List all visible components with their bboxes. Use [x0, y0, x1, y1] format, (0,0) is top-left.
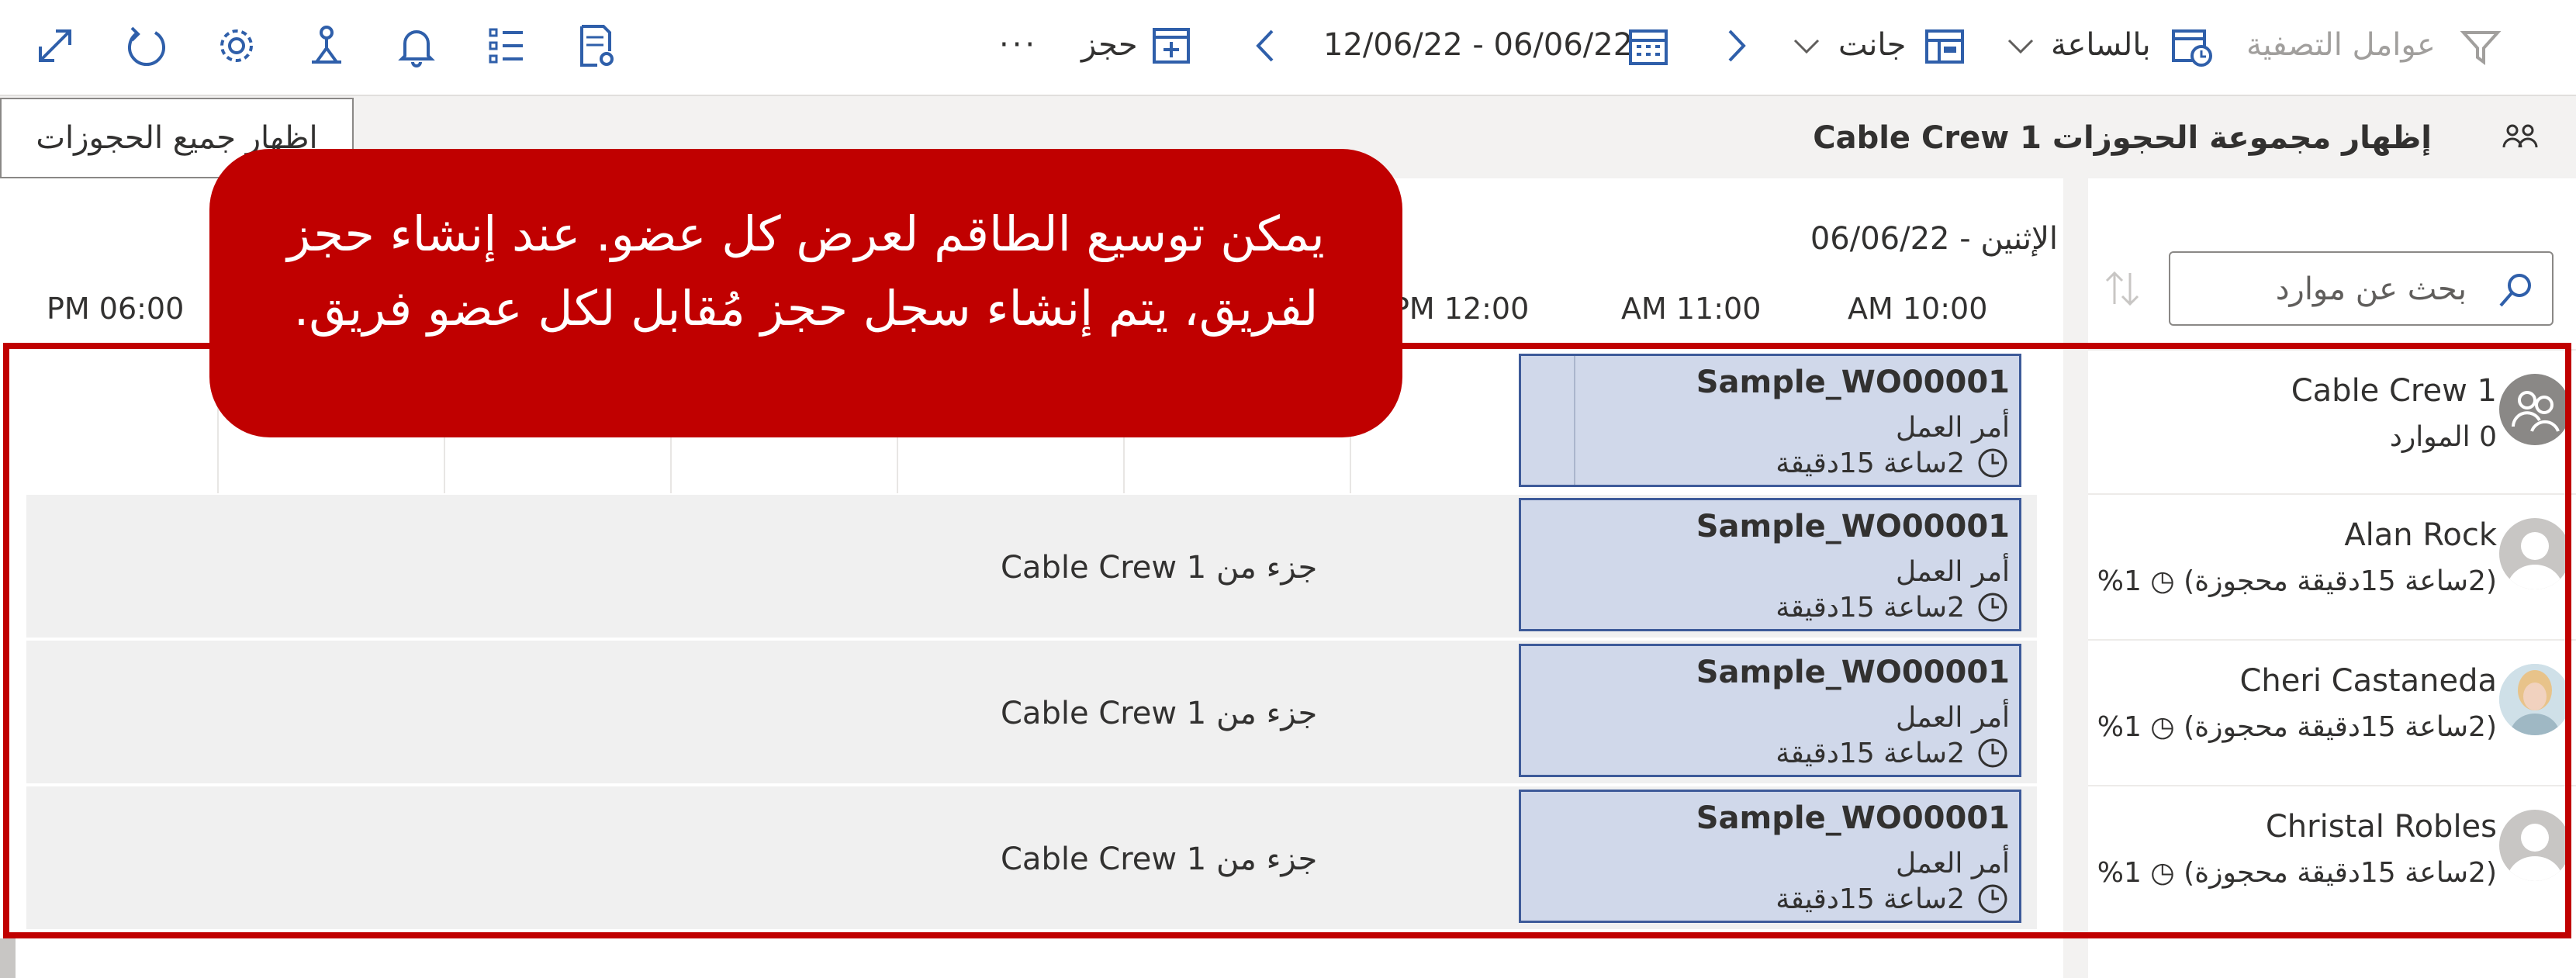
person-icon — [2499, 518, 2571, 589]
booking-title: Sample_WO00001 — [1696, 365, 2010, 400]
group-icon — [2499, 116, 2541, 158]
callout-line-1: يمكن توسيع الطاقم لعرض كل عضو. عند إنشاء… — [287, 206, 1325, 262]
resource-row[interactable]: Christal Robles (2ساعة 15دقيقة محجوزة) ◷… — [2088, 785, 2576, 929]
booking-title: Sample_WO00001 — [1696, 655, 2010, 690]
booking-type: أمر العمل — [1895, 702, 2010, 734]
booking-type: أمر العمل — [1895, 848, 2010, 880]
booking-duration: 2ساعة 15دقيقة — [1776, 883, 1965, 915]
gear-icon[interactable] — [211, 20, 262, 71]
resource-search-input[interactable]: بحث عن موارد — [2169, 251, 2554, 326]
resource-utilization: (2ساعة 15دقيقة محجوزة) ◷ 1% — [2097, 565, 2497, 597]
view-mode-chevron-down-icon[interactable] — [2001, 26, 2040, 65]
view-mode-label[interactable]: بالساعة — [2051, 23, 2151, 67]
view-type-label[interactable]: جانت — [1838, 23, 1906, 67]
filters-label[interactable]: عوامل التصفية — [2246, 23, 2436, 67]
calendar-icon[interactable] — [1626, 23, 1671, 68]
booking-block[interactable]: Sample_WO00001 أمر العمل 2ساعة 15دقيقة — [1519, 790, 2021, 923]
bell-icon[interactable] — [391, 20, 442, 71]
hour-label-6pm: PM 06:00 — [47, 292, 185, 326]
clock-icon — [1976, 882, 2010, 916]
booking-block[interactable]: Sample_WO00001 أمر العمل 2ساعة 15دقيقة — [1519, 354, 2021, 487]
book-button-label[interactable]: حجز — [1081, 23, 1138, 67]
next-date-icon[interactable] — [1710, 20, 1761, 71]
panel-divider[interactable] — [2063, 178, 2088, 978]
booking-title: Sample_WO00001 — [1696, 800, 2010, 836]
resource-name: Cable Crew 1 — [2291, 373, 2497, 409]
resource-name: Cheri Castaneda — [2239, 663, 2497, 699]
previous-date-icon[interactable] — [1241, 20, 1292, 71]
booking-block[interactable]: Sample_WO00001 أمر العمل 2ساعة 15دقيقة — [1519, 498, 2021, 631]
date-header-label: الإثنين - 06/06/22 — [1810, 221, 2058, 257]
scrollbar[interactable] — [0, 938, 16, 978]
booking-title: Sample_WO00001 — [1696, 509, 2010, 544]
filter-icon[interactable] — [2457, 23, 2504, 70]
gantt-icon[interactable] — [1922, 23, 1967, 68]
booking-duration: 2ساعة 15دقيقة — [1776, 448, 1965, 479]
person-icon — [2499, 810, 2571, 881]
booking-duration: 2ساعة 15دقيقة — [1776, 738, 1965, 769]
booking-duration: 2ساعة 15دقيقة — [1776, 592, 1965, 624]
search-icon[interactable] — [2495, 268, 2538, 312]
hour-label-12pm: PM 12:00 — [1392, 292, 1530, 326]
person-pin-icon[interactable] — [301, 20, 352, 71]
clock-icon — [1976, 736, 2010, 770]
booking-group-title: إظهار مجموعة الحجوزات Cable Crew 1 — [1813, 120, 2432, 156]
search-placeholder: بحث عن موارد — [2275, 271, 2467, 307]
resource-utilization: (2ساعة 15دقيقة محجوزة) ◷ 1% — [2097, 711, 2497, 743]
clock-icon — [1976, 446, 2010, 480]
clock-icon — [1976, 590, 2010, 624]
booking-block[interactable]: Sample_WO00001 أمر العمل 2ساعة 15دقيقة — [1519, 644, 2021, 777]
booking-travel-separator — [1574, 356, 1575, 485]
resource-row[interactable]: Cheri Castaneda (2ساعة 15دقيقة محجوزة) ◷… — [2088, 639, 2576, 783]
resource-row-crew[interactable]: Cable Crew 1 0 الموارد — [2088, 349, 2576, 493]
refresh-icon[interactable] — [121, 20, 172, 71]
resource-count: 0 الموارد — [2389, 421, 2497, 453]
expand-icon[interactable] — [29, 20, 81, 71]
booking-type: أمر العمل — [1895, 556, 2010, 588]
more-options-button[interactable]: ··· — [999, 23, 1038, 67]
list-icon[interactable] — [481, 20, 532, 71]
callout-box: يمكن توسيع الطاقم لعرض كل عضو. عند إنشاء… — [209, 149, 1402, 437]
resource-name: Alan Rock — [2344, 517, 2497, 553]
crew-icon — [2499, 374, 2571, 445]
add-calendar-icon[interactable] — [1148, 22, 1195, 68]
booking-type: أمر العمل — [1895, 412, 2010, 444]
resource-name: Christal Robles — [2265, 809, 2497, 845]
sort-icon[interactable] — [2101, 264, 2144, 313]
toolbar: ··· حجز 12/06/22 - 06/06/22 جانت بالساعة… — [0, 0, 2576, 96]
hour-label-10am: AM 10:00 — [1848, 292, 1988, 326]
hour-label-11am: AM 11:00 — [1621, 292, 1762, 326]
resource-row[interactable]: Alan Rock (2ساعة 15دقيقة محجوزة) ◷ 1% — [2088, 493, 2576, 638]
part-of-label: جزء من Cable Crew 1 — [1001, 550, 1318, 586]
document-search-icon[interactable] — [571, 20, 622, 71]
part-of-label: جزء من Cable Crew 1 — [1001, 841, 1318, 877]
resource-utilization: (2ساعة 15دقيقة محجوزة) ◷ 1% — [2097, 857, 2497, 889]
part-of-label: جزء من Cable Crew 1 — [1001, 696, 1318, 731]
avatar-photo — [2499, 664, 2571, 735]
callout-line-2: لفريق، يتم إنشاء سجل حجز مُقابل لكل عضو … — [293, 280, 1319, 337]
date-range-label[interactable]: 12/06/22 - 06/06/22 — [1323, 23, 1633, 67]
view-type-chevron-down-icon[interactable] — [1787, 26, 1826, 65]
calendar-clock-icon[interactable] — [2169, 23, 2215, 70]
